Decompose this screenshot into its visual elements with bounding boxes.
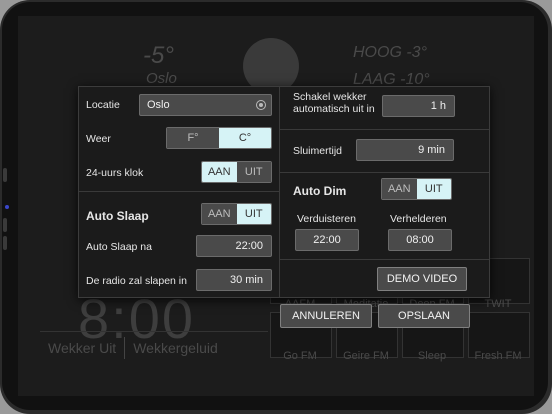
clock24-on-option[interactable]: AAN: [202, 162, 237, 182]
weather-label: Weer: [86, 133, 111, 145]
auto-sleep-after-label: Auto Slaap na: [86, 241, 152, 253]
column-divider: [279, 87, 280, 297]
save-button[interactable]: OPSLAAN: [378, 304, 470, 328]
snooze-field[interactable]: 9 min: [356, 139, 454, 161]
fahrenheit-option[interactable]: F°: [167, 128, 219, 148]
auto-off-label: Schakel wekker automatisch uit in: [293, 91, 375, 115]
auto-dim-off-option[interactable]: UIT: [416, 179, 451, 199]
bg-alarm-sound: Wekkergeluid: [133, 340, 218, 356]
bg-station-label: Sleep: [417, 350, 447, 362]
volume-down-button: [3, 236, 7, 250]
bg-station-label: Fresh FM: [474, 350, 522, 362]
snooze-label: Sluimertijd: [293, 145, 343, 157]
dim-in-field[interactable]: 22:00: [295, 229, 359, 251]
celsius-option[interactable]: C°: [219, 128, 271, 148]
radio-sleep-field[interactable]: 30 min: [196, 269, 272, 291]
camera-icon: [5, 205, 9, 209]
bg-station-label: Go FM: [283, 350, 317, 362]
volume-up-button: [3, 218, 7, 232]
auto-off-field[interactable]: 1 h: [382, 95, 455, 117]
auto-sleep-on-option[interactable]: AAN: [202, 204, 237, 224]
tablet-frame: -5° Oslo HOOG -3° LAAG -10° 8:00 Wekker …: [0, 0, 552, 414]
bg-city: Oslo: [146, 70, 177, 87]
bg-high-temp: HOOG -3°: [353, 44, 427, 61]
location-value: Oslo: [147, 99, 170, 111]
demo-video-button[interactable]: DEMO VIDEO: [377, 267, 467, 291]
auto-sleep-after-field[interactable]: 22:00: [196, 235, 272, 257]
radio-sleep-label: De radio zal slapen in: [86, 275, 187, 287]
bg-alarm-off: Wekker Uit: [48, 340, 117, 356]
weather-unit-toggle[interactable]: F° C°: [166, 127, 272, 149]
divider: [279, 259, 489, 260]
auto-sleep-label: Auto Slaap: [86, 209, 149, 223]
bg-station-label: TWIT: [484, 298, 512, 310]
app-screen: -5° Oslo HOOG -3° LAAG -10° 8:00 Wekker …: [18, 16, 534, 396]
settings-dialog: Locatie Oslo Weer F° C° 24-uurs klok AAN…: [78, 86, 490, 298]
divider: [79, 191, 279, 192]
auto-sleep-off-option[interactable]: UIT: [236, 204, 271, 224]
dim-out-field[interactable]: 08:00: [388, 229, 452, 251]
auto-dim-on-option[interactable]: AAN: [382, 179, 417, 199]
cancel-button[interactable]: ANNULEREN: [280, 304, 372, 328]
bg-alarm-bar: Wekker Uit Wekkergeluid: [40, 331, 268, 364]
bg-temperature: -5°: [143, 42, 174, 69]
clock24-label: 24-uurs klok: [86, 167, 144, 179]
location-field[interactable]: Oslo: [139, 94, 272, 116]
dim-in-label: Verduisteren: [297, 213, 356, 225]
divider: [279, 129, 489, 130]
bg-station-label: Geire FM: [343, 350, 389, 362]
location-label: Locatie: [86, 99, 120, 111]
clock24-off-option[interactable]: UIT: [236, 162, 271, 182]
clock24-toggle[interactable]: AAN UIT: [201, 161, 272, 183]
auto-dim-toggle[interactable]: AAN UIT: [381, 178, 452, 200]
auto-dim-label: Auto Dim: [293, 184, 347, 198]
mute-switch: [3, 168, 7, 182]
dim-out-label: Verhelderen: [390, 213, 447, 225]
auto-sleep-toggle[interactable]: AAN UIT: [201, 203, 272, 225]
divider: [279, 172, 489, 173]
location-icon[interactable]: [256, 100, 266, 110]
